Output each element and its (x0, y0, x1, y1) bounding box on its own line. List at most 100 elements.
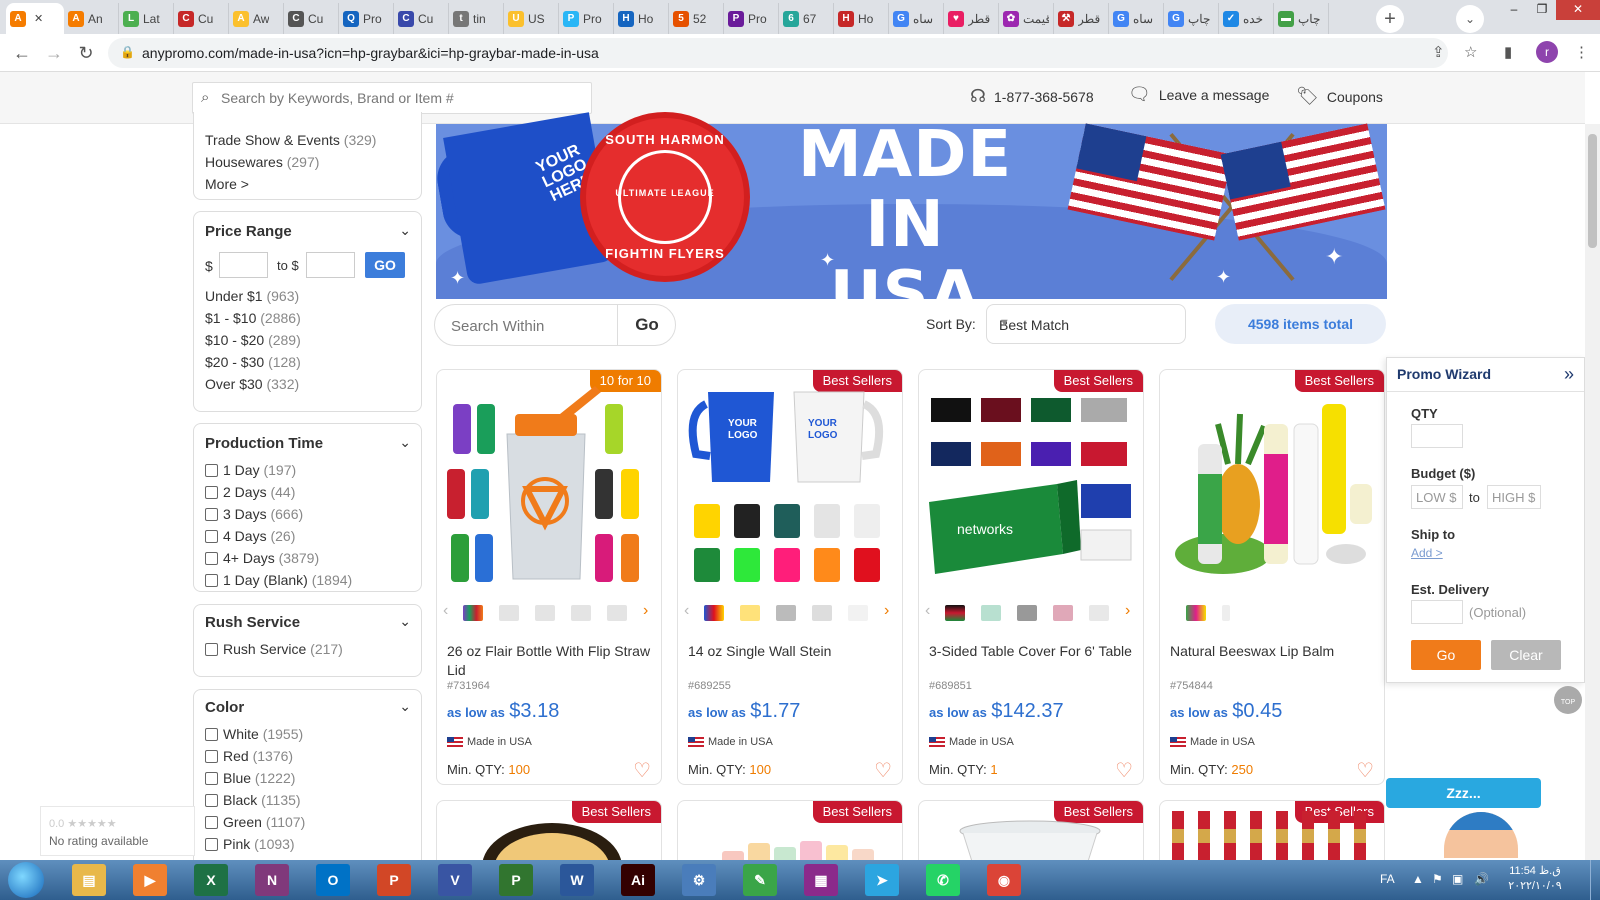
chat-avatar-icon[interactable] (1444, 812, 1518, 858)
budget-low-input[interactable]: LOW $ (1411, 485, 1463, 509)
production-option[interactable]: 3 Days (666) (205, 506, 303, 522)
browser-menu-icon[interactable]: ⋮ (1574, 43, 1589, 61)
taskbar-app-onenote-icon[interactable]: N (255, 864, 289, 896)
taskbar-app-outlook-icon[interactable]: O (316, 864, 350, 896)
profile-avatar[interactable]: r (1536, 41, 1558, 63)
more-categories-link[interactable]: More > (205, 176, 249, 192)
language-indicator[interactable]: FA (1380, 872, 1395, 886)
price-option[interactable]: Under $1 (963) (205, 288, 299, 304)
wizard-clear-button[interactable]: Clear (1491, 640, 1561, 670)
checkbox[interactable] (205, 772, 218, 785)
product-name[interactable]: Natural Beeswax Lip Balm (1170, 642, 1376, 661)
chevron-down-icon[interactable]: ⌄ (399, 222, 411, 239)
price-go-button[interactable]: GO (365, 252, 405, 278)
browser-tab[interactable]: ♥ قطر (944, 3, 999, 34)
browser-tab[interactable]: L Lat (119, 3, 174, 34)
thumbnail[interactable] (981, 605, 1001, 621)
thumbnail[interactable] (812, 605, 832, 621)
checkbox[interactable] (205, 728, 218, 741)
flag-icon[interactable]: ⚑ (1432, 872, 1443, 886)
product-card[interactable]: Best Sellers Natural Beeswax Lip Balm #7… (1159, 369, 1385, 785)
new-tab-button[interactable]: + (1376, 5, 1404, 33)
price-option[interactable]: $20 - $30 (128) (205, 354, 301, 370)
browser-tab[interactable]: G ساه (1109, 3, 1164, 34)
taskbar-app-word-icon[interactable]: W (560, 864, 594, 896)
favorite-heart-icon[interactable]: ♡ (633, 758, 651, 783)
product-image[interactable] (1168, 384, 1378, 584)
browser-tab[interactable]: 5 52 (669, 3, 724, 34)
thumbnail[interactable] (1089, 605, 1109, 621)
browser-tab[interactable]: ⚒ قطر (1054, 3, 1109, 34)
checkbox[interactable] (205, 486, 218, 499)
product-card[interactable]: Best Sellers YOUR LOGO YOUR LOGO ‹ › 14 … (677, 369, 903, 785)
budget-high-input[interactable]: HIGH $ (1487, 485, 1541, 509)
checkbox[interactable] (205, 464, 218, 477)
browser-tab[interactable]: H Ho (614, 3, 669, 34)
forward-icon[interactable]: → (42, 41, 66, 65)
chevron-down-icon[interactable]: ⌄ (399, 434, 411, 451)
thumbnail[interactable] (1186, 605, 1206, 621)
wizard-go-button[interactable]: Go (1411, 640, 1481, 670)
price-max-input[interactable] (306, 252, 355, 278)
browser-tab[interactable]: ▬ چاپ (1274, 3, 1329, 34)
sort-select[interactable]: Best Match ▼ (986, 304, 1186, 344)
bookmark-star-icon[interactable]: ☆ (1464, 43, 1477, 61)
category-item[interactable]: Housewares (297) (205, 154, 319, 170)
thumbnail[interactable] (740, 605, 760, 621)
browser-tab[interactable]: A Aw (229, 3, 284, 34)
system-clock[interactable]: ق.ظ 11:54 ۲۰۲۲/۱۰/۰۹ (1500, 864, 1570, 894)
browser-tab[interactable]: t tin (449, 3, 504, 34)
collapse-wizard-icon[interactable]: » (1564, 364, 1574, 385)
chevron-down-icon[interactable]: ⌄ (399, 698, 411, 715)
taskbar-app-media-icon[interactable]: ▶ (133, 864, 167, 896)
taskbar-app-winrar-icon[interactable]: ▦ (804, 864, 838, 896)
color-option[interactable]: Green (1107) (205, 814, 305, 830)
taskbar-app-whatsapp-icon[interactable]: ✆ (926, 864, 960, 896)
checkbox[interactable] (205, 574, 218, 587)
checkbox[interactable] (205, 643, 218, 656)
site-search-input[interactable] (221, 87, 581, 109)
taskbar-app-chrome-icon[interactable]: ◉ (987, 864, 1021, 896)
taskbar-app-feather-icon[interactable]: ✎ (743, 864, 777, 896)
color-option[interactable]: Black (1135) (205, 792, 301, 808)
thumbnail[interactable] (499, 605, 519, 621)
favorite-heart-icon[interactable]: ♡ (1356, 758, 1374, 783)
color-option[interactable]: Pink (1093) (205, 836, 295, 852)
browser-tab[interactable]: ✿ قیمت (999, 3, 1054, 34)
qty-input[interactable] (1411, 424, 1463, 448)
volume-icon[interactable]: 🔊 (1474, 872, 1489, 886)
back-icon[interactable]: ← (10, 41, 34, 65)
checkbox[interactable] (205, 508, 218, 521)
checkbox[interactable] (205, 530, 218, 543)
search-within-go-button[interactable]: Go (617, 305, 676, 345)
start-button-icon[interactable] (8, 862, 44, 898)
thumbnail[interactable] (704, 605, 724, 621)
thumbnail[interactable] (945, 605, 965, 621)
search-within-input[interactable] (451, 315, 601, 337)
thumbnail[interactable] (1017, 605, 1037, 621)
color-option[interactable]: Red (1376) (205, 748, 293, 764)
browser-tab[interactable]: U US (504, 3, 559, 34)
taskbar-app-project-icon[interactable]: P (499, 864, 533, 896)
product-name[interactable]: 14 oz Single Wall Stein (688, 642, 894, 661)
omnibox[interactable]: 🔒 anypromo.com/made-in-usa?icn=hp-grayba… (108, 38, 1448, 68)
checkbox[interactable] (205, 838, 218, 851)
product-card[interactable]: 10 for 10 ‹ › 26 oz Flair Bottle With Fl… (436, 369, 662, 785)
favorite-heart-icon[interactable]: ♡ (874, 758, 892, 783)
thumbnail[interactable] (535, 605, 555, 621)
favorite-heart-icon[interactable]: ♡ (1115, 758, 1133, 783)
taskbar-app-explorer-icon[interactable]: ▤ (72, 864, 106, 896)
product-image[interactable]: YOUR LOGO YOUR LOGO (686, 384, 896, 584)
close-tab-icon[interactable]: ✕ (34, 12, 43, 25)
browser-tab[interactable]: C Cu (284, 3, 339, 34)
taskbar-app-control-icon[interactable]: ⚙ (682, 864, 716, 896)
thumbnail[interactable] (607, 605, 627, 621)
production-option[interactable]: 2 Days (44) (205, 484, 295, 500)
browser-tab[interactable]: A ✕ (6, 3, 64, 34)
browser-tab[interactable]: C Cu (394, 3, 449, 34)
category-item[interactable]: Trade Show & Events (329) (205, 132, 376, 148)
price-option[interactable]: $10 - $20 (289) (205, 332, 301, 348)
color-option[interactable]: White (1955) (205, 726, 303, 742)
browser-tab[interactable]: P Pro (559, 3, 614, 34)
thumbnail[interactable] (571, 605, 591, 621)
